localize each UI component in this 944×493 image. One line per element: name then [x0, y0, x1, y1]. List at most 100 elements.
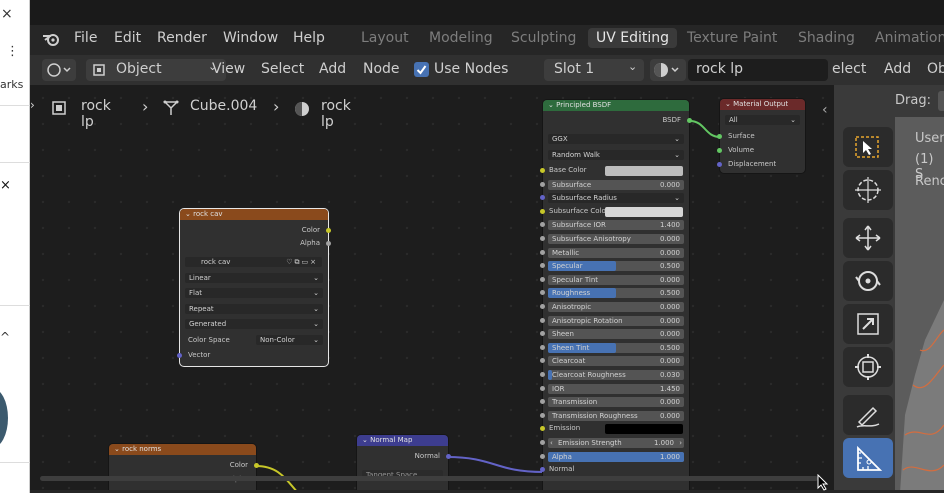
source-select[interactable]: Generated ⌄ — [185, 319, 323, 329]
collapse-icon[interactable]: ⌄ — [114, 445, 122, 453]
input-socket[interactable] — [540, 208, 545, 214]
node-header[interactable]: ⌄ rock cav — [180, 209, 328, 220]
input-socket[interactable] — [540, 385, 545, 391]
color-swatch[interactable] — [605, 424, 683, 435]
input-field[interactable]: Anisotropic Rotation 0.000 — [548, 315, 684, 326]
input-socket[interactable] — [540, 440, 545, 445]
input-field[interactable]: Anisotropic 0.000 — [548, 302, 684, 312]
input-label: Subsurface Radius — [552, 194, 617, 203]
input-socket[interactable] — [540, 263, 545, 269]
input-field[interactable]: Emission Strength 1.000 ‹ › — [548, 438, 684, 448]
input-socket[interactable] — [540, 168, 545, 173]
horizontal-scrollbar[interactable] — [40, 476, 818, 481]
color-space-select[interactable]: Non-Color ⌄ — [256, 335, 323, 345]
input-socket[interactable] — [540, 467, 545, 473]
input-socket[interactable] — [540, 276, 545, 282]
drag-select[interactable] — [938, 91, 944, 111]
node-principled-bsdf[interactable]: ⌄ Principled BSDF BSDF GGX ⌄ Random Walk ⌄… — [540, 100, 692, 493]
input-field[interactable]: Subsurface IOR 1.400 — [548, 220, 684, 231]
input-socket[interactable] — [540, 372, 545, 377]
input-socket[interactable] — [540, 181, 545, 187]
node-normal-map[interactable]: ⌄ Normal Map Normal Tangent Space — [357, 435, 451, 493]
decrement-arrow-icon[interactable]: ‹ — [550, 438, 553, 448]
image-actions-icon[interactable]: ♡⧉▭× — [286, 257, 318, 267]
distribution-select[interactable]: GGX ⌄ — [548, 134, 684, 144]
sidebar-toggle-icon[interactable]: ‹ — [822, 102, 828, 118]
input-field[interactable]: Roughness 0.500 — [548, 288, 684, 299]
node-material-output[interactable]: ⌄ Material Output All ⌄ Surface Volume Di… — [717, 99, 805, 173]
input-volume-socket[interactable] — [717, 148, 722, 153]
node-header[interactable]: ⌄ Material Output — [720, 99, 805, 110]
input-value: 0.000 — [659, 330, 680, 339]
node-header[interactable]: ⌄ Normal Map — [357, 435, 448, 446]
projection-select[interactable]: Flat ⌄ — [185, 288, 323, 298]
input-field[interactable]: Sheen Tint 0.500 — [548, 342, 684, 353]
input-surface-socket[interactable] — [717, 134, 722, 139]
interpolation-select[interactable]: Linear ⌄ — [185, 273, 323, 283]
collapse-icon[interactable]: ⌄ — [185, 210, 193, 218]
node-image-texture-norms[interactable]: ⌄ rock norms Color Alpha — [109, 444, 259, 493]
input-socket[interactable] — [540, 304, 545, 309]
image-selector[interactable]: rock cav ♡⧉▭× — [185, 257, 322, 267]
tool-annotate[interactable] — [843, 395, 893, 435]
input-field[interactable]: Transmission 0.000 — [548, 397, 684, 408]
input-field[interactable]: Clearcoat Roughness 0.030 — [548, 370, 684, 380]
input-label: Clearcoat Roughness — [552, 371, 626, 379]
tool-transform[interactable] — [843, 347, 893, 387]
input-value: 1.400 — [659, 221, 680, 230]
node-header[interactable]: ⌄ Principled BSDF — [543, 100, 689, 111]
output-bsdf-socket[interactable] — [687, 118, 692, 123]
color-swatch[interactable] — [605, 166, 683, 176]
input-field[interactable]: Alpha 1.000 — [548, 451, 684, 462]
input-field[interactable]: Sheen 0.000 — [548, 329, 684, 340]
input-socket[interactable] — [540, 222, 545, 228]
input-field[interactable]: Subsurface Radius ⌄ — [548, 193, 684, 204]
increment-arrow-icon[interactable]: › — [679, 438, 682, 448]
input-vector-socket[interactable] — [177, 353, 182, 358]
input-socket[interactable] — [540, 426, 545, 432]
input-socket[interactable] — [540, 331, 545, 337]
input-socket[interactable] — [540, 358, 545, 364]
input-socket[interactable] — [540, 290, 545, 296]
input-socket[interactable] — [540, 249, 545, 255]
input-field[interactable]: Clearcoat 0.000 — [548, 356, 684, 367]
target-select[interactable]: All ⌄ — [725, 115, 800, 125]
input-socket[interactable] — [540, 317, 545, 323]
output-alpha-socket[interactable] — [326, 241, 331, 246]
input-displacement-socket[interactable] — [717, 162, 722, 167]
input-label: Anisotropic Rotation — [552, 316, 623, 325]
subsurface-method-select[interactable]: Random Walk ⌄ — [548, 150, 684, 160]
output-color-socket[interactable] — [254, 463, 259, 468]
3d-viewport[interactable]: User (1) S Renc — [895, 85, 944, 493]
tool-rotate[interactable] — [843, 261, 893, 301]
input-socket[interactable] — [540, 453, 545, 459]
tool-measure[interactable] — [843, 438, 893, 478]
input-field[interactable]: Subsurface Anisotropy 0.000 — [548, 234, 684, 244]
input-field[interactable]: Specular Tint 0.000 — [548, 274, 684, 285]
input-field[interactable]: Subsurface 0.000 — [548, 179, 684, 190]
input-socket[interactable] — [540, 344, 545, 350]
input-socket[interactable] — [540, 399, 545, 405]
link-normalmap-normal — [446, 456, 544, 473]
output-color-socket[interactable] — [326, 228, 331, 233]
tool-move[interactable] — [843, 218, 893, 258]
node-image-texture-cav[interactable]: ⌄ rock cav Color Alpha rock cav ♡⧉▭× Lin… — [177, 209, 331, 366]
tool-cursor[interactable] — [843, 170, 893, 210]
input-field[interactable]: Specular 0.500 — [548, 261, 684, 272]
color-space-label: Color Space — [188, 336, 230, 344]
input-field[interactable]: Metallic 0.000 — [548, 247, 684, 258]
input-field[interactable]: IOR 1.450 — [548, 383, 684, 394]
extension-select[interactable]: Repeat ⌄ — [185, 304, 323, 314]
node-header[interactable]: ⌄ rock norms — [109, 444, 256, 455]
input-field[interactable]: Transmission Roughness 0.000 — [548, 410, 684, 421]
color-swatch[interactable] — [605, 206, 683, 217]
input-socket[interactable] — [540, 412, 545, 418]
collapse-icon[interactable]: ⌄ — [362, 436, 370, 444]
collapse-icon[interactable]: ⌄ — [548, 101, 556, 109]
input-socket[interactable] — [540, 195, 545, 201]
collapse-icon[interactable]: ⌄ — [725, 100, 733, 108]
tool-select-box[interactable] — [843, 127, 893, 167]
input-socket[interactable] — [540, 236, 545, 241]
output-normal-socket[interactable] — [446, 454, 451, 459]
tool-scale[interactable] — [843, 304, 893, 344]
